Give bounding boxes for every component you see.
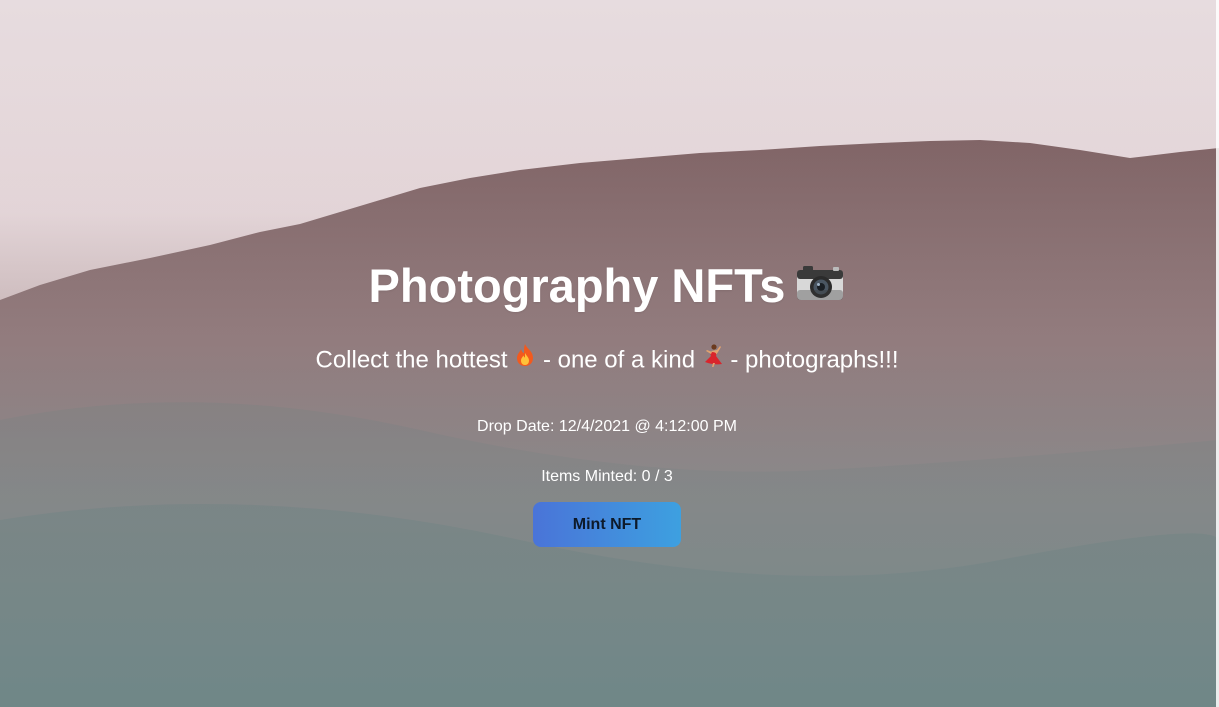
page-subtitle: Collect the hottest - one of a kind - ph… [0, 343, 1214, 377]
camera-icon [795, 256, 845, 316]
page-title: Photography NFTs [0, 256, 1214, 320]
subtitle-text-3: - photographs!!! [730, 346, 899, 374]
fire-icon [514, 343, 536, 375]
mint-nft-button[interactable]: Mint NFT [533, 502, 681, 547]
hero-section: Photography NFTs Collect the hottest - o… [0, 0, 1214, 707]
page-title-text: Photography NFTs [368, 259, 786, 312]
items-minted-counter: Items Minted: 0 / 3 [541, 468, 673, 485]
drop-date: Drop Date: 12/4/2021 @ 4:12:00 PM [477, 418, 737, 435]
dancer-icon [702, 343, 724, 375]
subtitle-text-1: Collect the hottest [315, 346, 508, 374]
subtitle-text-2: - one of a kind [542, 346, 696, 374]
